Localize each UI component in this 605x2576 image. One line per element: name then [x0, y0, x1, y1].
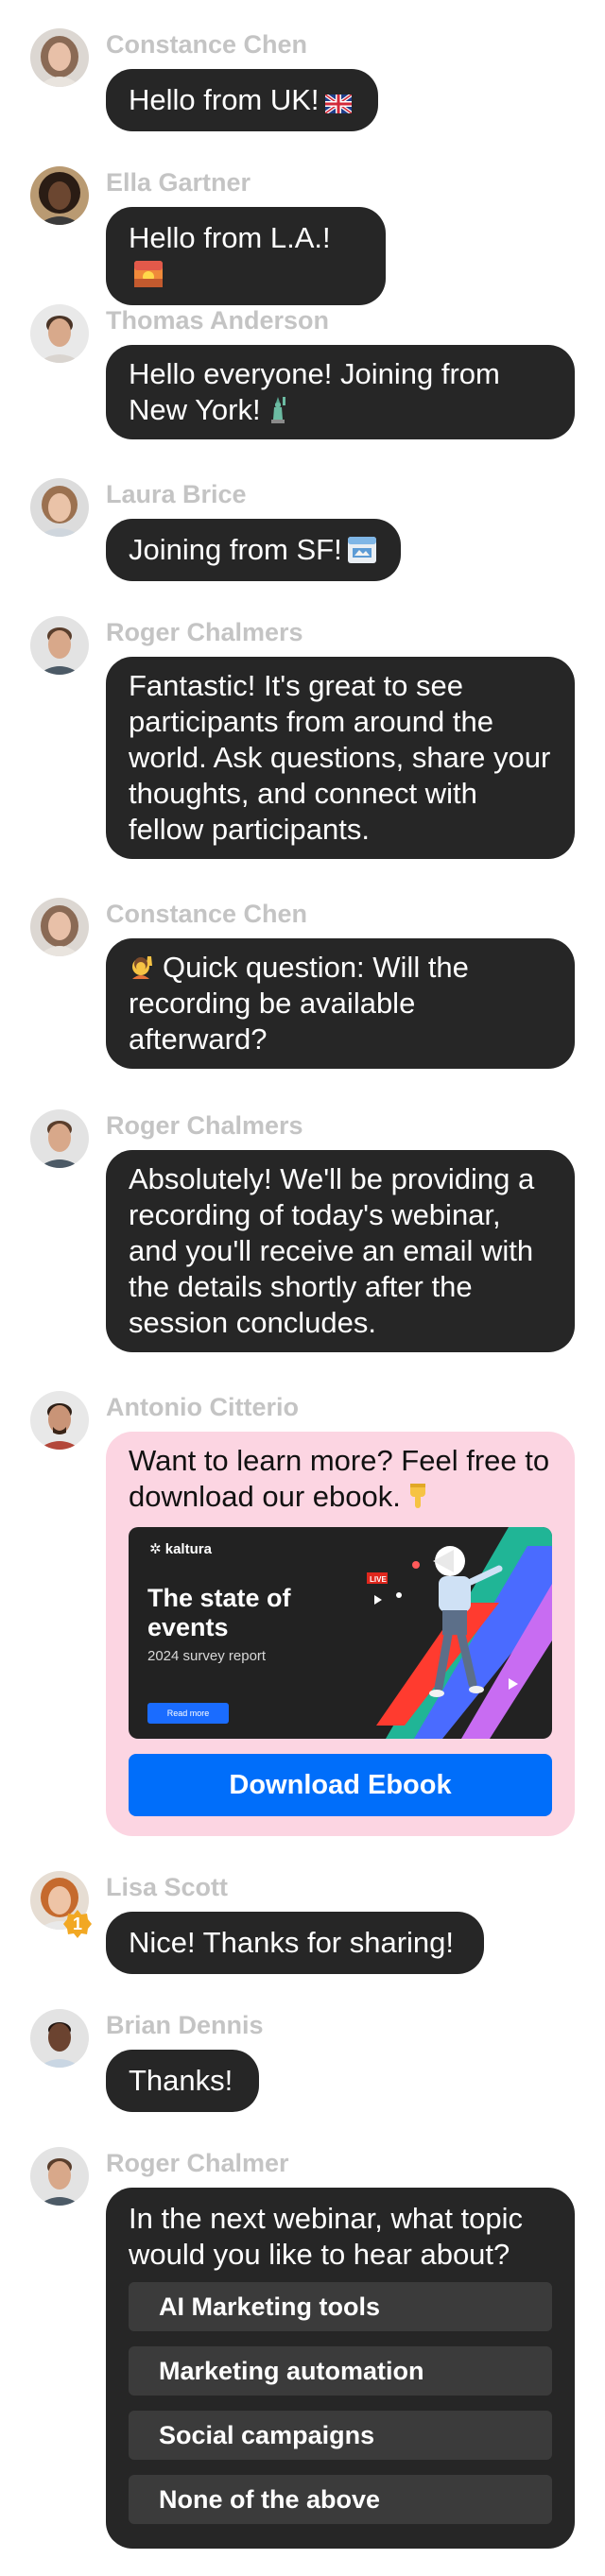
avatar[interactable]	[30, 28, 89, 87]
poll-question: In the next webinar, what topic would yo…	[129, 2202, 524, 2271]
sender-name: Roger Chalmer	[106, 2149, 289, 2177]
sunset-icon	[134, 261, 163, 287]
chat-feed: Constance Chen Hello from UK! Ella Gartn…	[0, 0, 605, 2576]
message-bubble: Thanks!	[106, 2050, 259, 2112]
sender-name: Brian Dennis	[106, 2011, 264, 2039]
message-text: Nice! Thanks for sharing!	[129, 1926, 455, 1959]
poll-option[interactable]: Marketing automation	[129, 2346, 552, 2396]
message-bubble: Hello everyone! Joining from New York!	[106, 345, 575, 439]
ebook-title: The state of events	[147, 1584, 291, 1641]
statue-of-liberty-icon	[267, 395, 289, 423]
ebook-illustration: LIVE	[367, 1527, 552, 1739]
ebook-subtitle: 2024 survey report	[147, 1648, 267, 1664]
avatar[interactable]	[30, 2009, 89, 2068]
sender-name: Roger Chalmers	[106, 618, 303, 646]
message-text: Hello from L.A.!	[129, 221, 331, 254]
message-bubble: Quick question: Will the recording be av…	[106, 938, 575, 1069]
uk-flag-icon	[324, 94, 352, 113]
avatar[interactable]	[30, 898, 89, 956]
sender-name: Ella Gartner	[106, 168, 251, 197]
sender-name: Constance Chen	[106, 900, 308, 928]
message-text: Joining from SF!	[129, 533, 342, 566]
message-bubble: Hello from UK!	[106, 69, 378, 131]
poll-option[interactable]: AI Marketing tools	[129, 2282, 552, 2331]
badge-count: 1	[72, 1915, 82, 1933]
poll-option[interactable]: Social campaigns	[129, 2411, 552, 2460]
message-text: Hello from UK!	[129, 83, 320, 116]
sender-name: Constance Chen	[106, 30, 308, 59]
message-text: Quick question: Will the recording be av…	[129, 951, 469, 1056]
download-ebook-button[interactable]: Download Ebook	[129, 1754, 552, 1816]
avatar[interactable]	[30, 478, 89, 537]
message-text: Want to learn more? Feel free to downloa…	[129, 1444, 550, 1513]
avatar[interactable]	[30, 1109, 89, 1168]
avatar[interactable]	[30, 616, 89, 675]
sender-name: Laura Brice	[106, 480, 247, 508]
kaltura-logo-icon: ✲	[149, 1541, 165, 1557]
raising-hand-icon	[129, 953, 157, 981]
poll-option[interactable]: None of the above	[129, 2475, 552, 2524]
poll-card: In the next webinar, what topic would yo…	[106, 2188, 575, 2549]
message-text: Thanks!	[129, 2064, 233, 2097]
promo-text: Want to learn more? Feel free to downloa…	[129, 1443, 552, 1515]
avatar[interactable]	[30, 2147, 89, 2206]
message-bubble: Fantastic! It's great to see participant…	[106, 657, 575, 859]
message-bubble: Nice! Thanks for sharing!	[106, 1912, 484, 1974]
read-more-button[interactable]: Read more	[147, 1703, 229, 1724]
avatar[interactable]	[30, 304, 89, 363]
message-bubble: Absolutely! We'll be providing a recordi…	[106, 1150, 575, 1352]
live-badge: LIVE	[370, 1575, 387, 1584]
message-bubble: Joining from SF!	[106, 519, 401, 581]
message-bubble: Hello from L.A.!	[106, 207, 386, 305]
ebook-cover-image[interactable]: ✲ kaltura The state of events 2024 surve…	[129, 1527, 552, 1739]
brand-logo: ✲ kaltura	[149, 1541, 212, 1557]
calendar-icon	[347, 537, 376, 563]
rank-badge: 1	[62, 1909, 93, 1939]
message-text: Absolutely! We'll be providing a recordi…	[129, 1162, 535, 1339]
sender-name: Lisa Scott	[106, 1873, 229, 1901]
avatar[interactable]	[30, 1391, 89, 1450]
avatar[interactable]	[30, 166, 89, 225]
promo-card: Want to learn more? Feel free to downloa…	[106, 1432, 575, 1836]
message-text: Hello everyone! Joining from New York!	[129, 357, 500, 426]
message-text: Fantastic! It's great to see participant…	[129, 669, 551, 846]
sender-name: Antonio Citterio	[106, 1393, 299, 1421]
pointing-down-icon	[406, 1482, 429, 1510]
sender-name: Thomas Anderson	[106, 306, 330, 335]
sender-name: Roger Chalmers	[106, 1111, 303, 1140]
